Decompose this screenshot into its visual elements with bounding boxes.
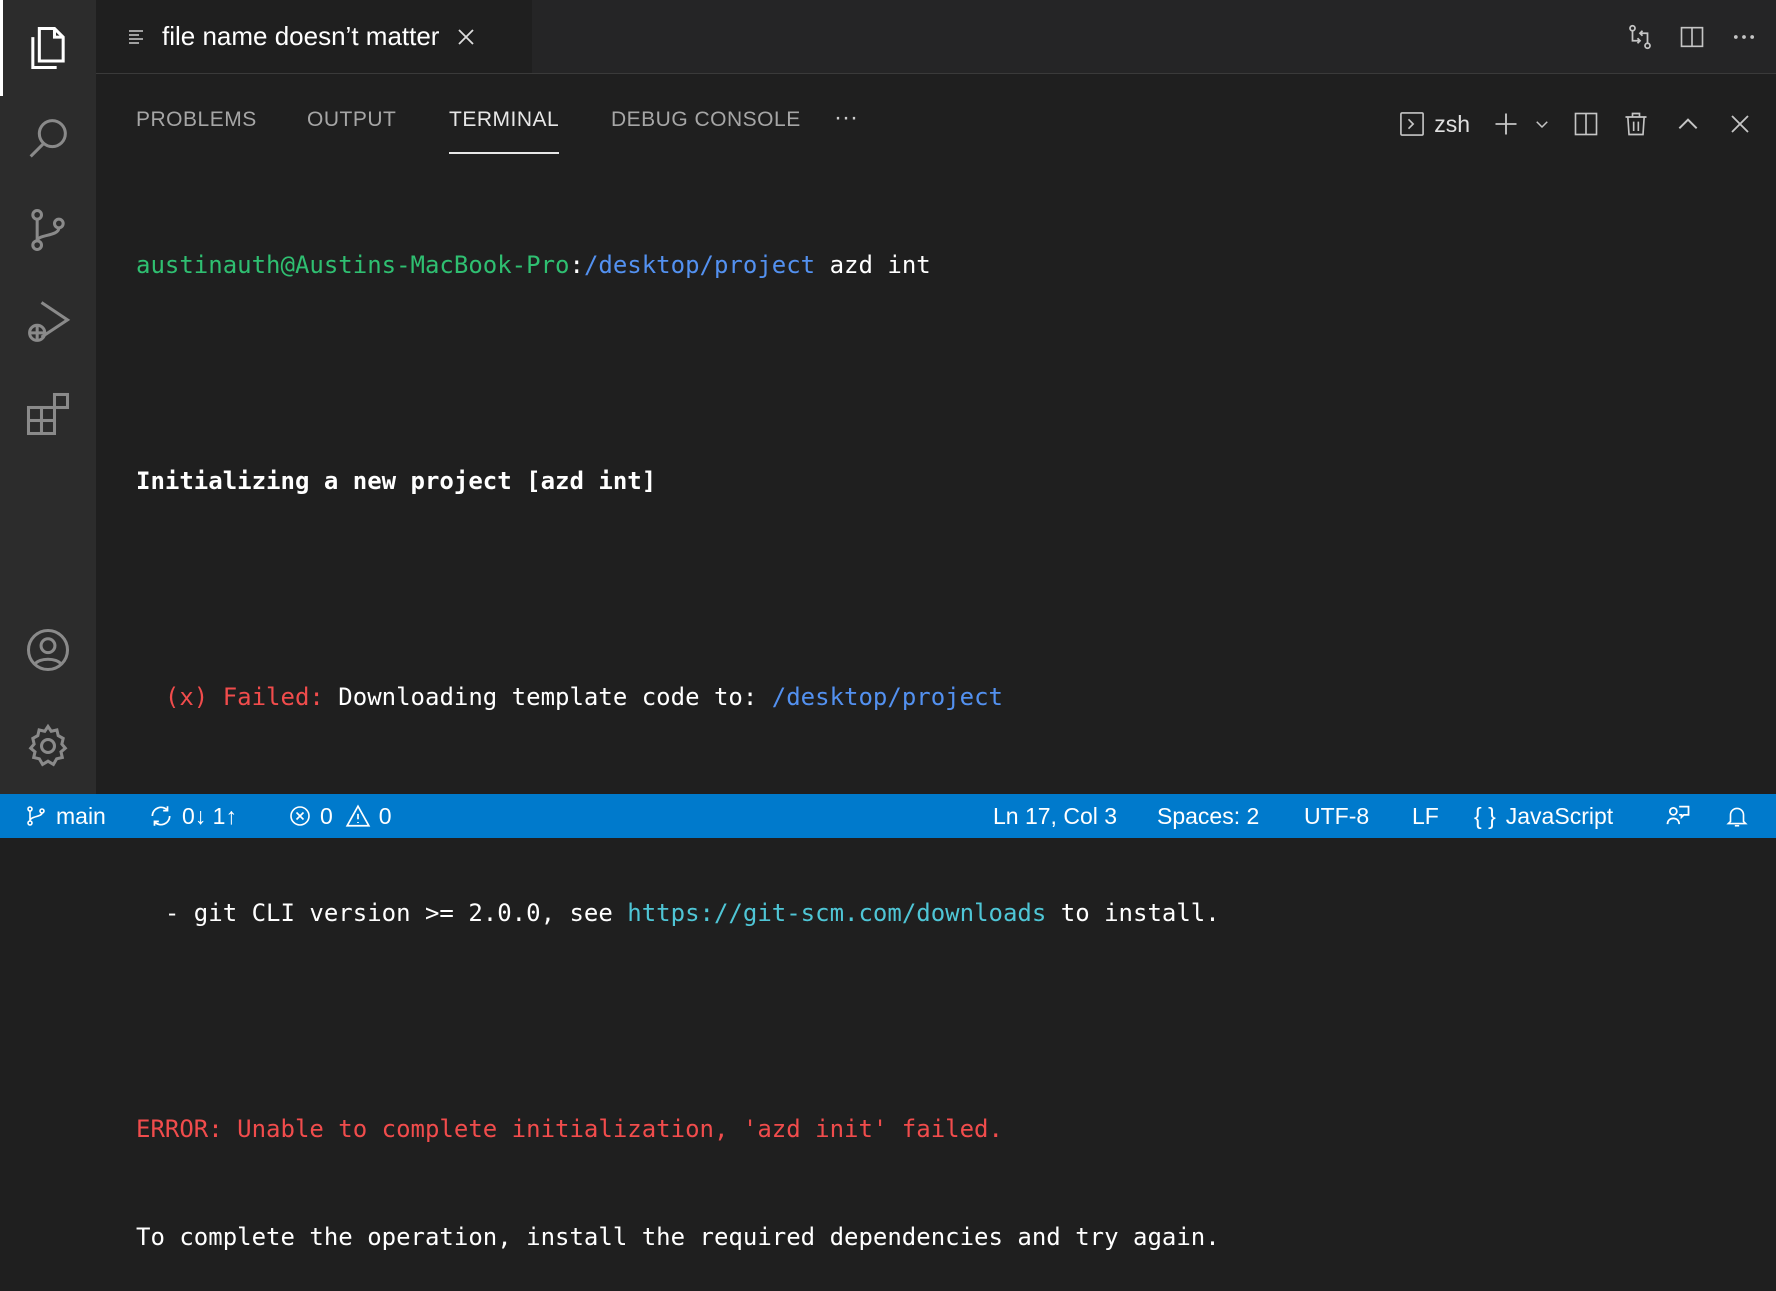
- sync-counts: 0↓ 1↑: [182, 802, 237, 829]
- status-eol[interactable]: LF: [1412, 794, 1439, 838]
- account-icon: [26, 628, 70, 672]
- more-actions-icon: [1733, 34, 1755, 39]
- status-notifications[interactable]: [1724, 794, 1758, 838]
- compare-changes-icon: [1629, 24, 1651, 49]
- settings-gear-icon: [28, 723, 68, 767]
- terminal-hint-line: To complete the operation, install the r…: [136, 1223, 1220, 1251]
- status-bar: main 0↓ 1↑ 0 0 Ln 17, Col 3 Spaces: 2 UT…: [0, 794, 1776, 838]
- manage-settings-button[interactable]: [0, 698, 96, 794]
- status-feedback[interactable]: [1664, 794, 1700, 838]
- status-problems[interactable]: 0 0: [288, 794, 392, 838]
- maximize-panel-icon: [1678, 118, 1698, 130]
- split-editor-button[interactable]: [1666, 11, 1718, 63]
- source-control-icon: [31, 208, 65, 252]
- terminal-init-heading: Initializing a new project [azd int]: [136, 467, 657, 495]
- chevron-down-icon: [1536, 121, 1548, 129]
- terminal-output[interactable]: austinauth@Austins-MacBook-Pro:/desktop/…: [136, 175, 1756, 1251]
- failed-path: /desktop/project: [771, 683, 1003, 711]
- warning-count: 0: [378, 802, 392, 829]
- branch-icon: [27, 806, 45, 826]
- bell-icon: [1726, 807, 1748, 827]
- warning-icon: [345, 804, 371, 827]
- prompt-separator: :: [569, 251, 584, 279]
- explorer-button[interactable]: [0, 0, 96, 96]
- editor-actions: [1614, 0, 1776, 73]
- source-control-button[interactable]: [0, 182, 96, 278]
- add-terminal-icon: [1495, 113, 1517, 135]
- language-name: JavaScript: [1505, 802, 1614, 829]
- terminal-git-requirement-line: - git CLI version >= 2.0.0, see https://…: [136, 895, 1756, 931]
- tab-output[interactable]: OUTPUT: [307, 108, 396, 156]
- run-debug-button[interactable]: [0, 274, 96, 370]
- sync-icon: [151, 806, 171, 826]
- tab-title: file name doesn’t matter: [162, 21, 440, 51]
- terminal-selector[interactable]: zsh: [1398, 100, 1484, 148]
- close-panel-button[interactable]: [1718, 100, 1762, 148]
- terminal-failed-line: (x) Failed: Downloading template code to…: [136, 679, 1756, 715]
- activity-bar: [0, 0, 96, 794]
- split-terminal-button[interactable]: [1564, 100, 1608, 148]
- tab-debug-console[interactable]: DEBUG CONSOLE: [611, 108, 801, 156]
- status-cursor-position[interactable]: Ln 17, Col 3: [993, 794, 1117, 838]
- prompt-command: azd int: [815, 251, 931, 279]
- status-language[interactable]: { } JavaScript: [1474, 794, 1613, 838]
- search-icon: [29, 119, 67, 158]
- tab-problems[interactable]: PROBLEMS: [136, 108, 257, 156]
- branch-name: main: [56, 802, 106, 829]
- trash-icon: [1625, 112, 1647, 136]
- more-actions-button[interactable]: [1718, 11, 1770, 63]
- terminal-icon: [1400, 112, 1425, 136]
- error-count: 0: [320, 802, 333, 829]
- kill-terminal-button[interactable]: [1614, 100, 1658, 148]
- tab-terminal[interactable]: TERMINAL: [449, 108, 560, 156]
- git-req-prefix: - git CLI version >= 2.0.0, see: [136, 899, 628, 927]
- git-download-link[interactable]: https://git-scm.com/downloads: [627, 899, 1046, 927]
- files-icon: [31, 26, 65, 70]
- maximize-panel-button[interactable]: [1666, 100, 1710, 148]
- error-icon: [290, 806, 310, 826]
- close-panel-icon: [1731, 115, 1749, 133]
- prompt-path: /desktop/project: [583, 251, 816, 279]
- terminal-prompt-line: austinauth@Austins-MacBook-Pro:/desktop/…: [136, 247, 1756, 283]
- status-branch[interactable]: main: [24, 794, 106, 838]
- failed-text: Downloading template code to:: [323, 683, 772, 711]
- status-indentation[interactable]: Spaces: 2: [1157, 794, 1259, 838]
- terminal-shell-name: zsh: [1434, 110, 1470, 137]
- compare-changes-button[interactable]: [1614, 11, 1666, 63]
- split-terminal-icon: [1574, 112, 1598, 136]
- feedback-icon: [1666, 805, 1690, 825]
- tab-close-button[interactable]: [453, 24, 479, 50]
- extensions-button[interactable]: [0, 366, 96, 462]
- file-lines-icon: [129, 29, 143, 44]
- editor-tab-bar: file name doesn’t matter: [96, 0, 1776, 74]
- status-sync[interactable]: 0↓ 1↑: [148, 794, 237, 838]
- panel-actions: zsh: [1398, 100, 1762, 148]
- terminal-error-line: ERROR: Unable to complete initialization…: [136, 1115, 1003, 1143]
- run-debug-icon: [28, 301, 71, 342]
- prompt-user-host: austinauth@Austins-MacBook-Pro: [136, 251, 570, 279]
- close-icon: [458, 28, 475, 45]
- status-encoding[interactable]: UTF-8: [1304, 794, 1369, 838]
- terminal-launch-profile-dropdown[interactable]: [1528, 100, 1556, 148]
- panel-more-tabs-button[interactable]: ···: [834, 104, 858, 132]
- git-req-suffix: to install.: [1046, 899, 1220, 927]
- search-button[interactable]: [0, 90, 96, 186]
- new-terminal-button[interactable]: [1484, 100, 1528, 148]
- braces-icon: { }: [1474, 802, 1496, 829]
- split-editor-icon: [1680, 26, 1704, 47]
- failed-prefix: (x) Failed:: [136, 683, 324, 711]
- accounts-button[interactable]: [0, 602, 96, 698]
- extensions-icon: [26, 392, 70, 436]
- editor-tab[interactable]: file name doesn’t matter: [96, 0, 532, 73]
